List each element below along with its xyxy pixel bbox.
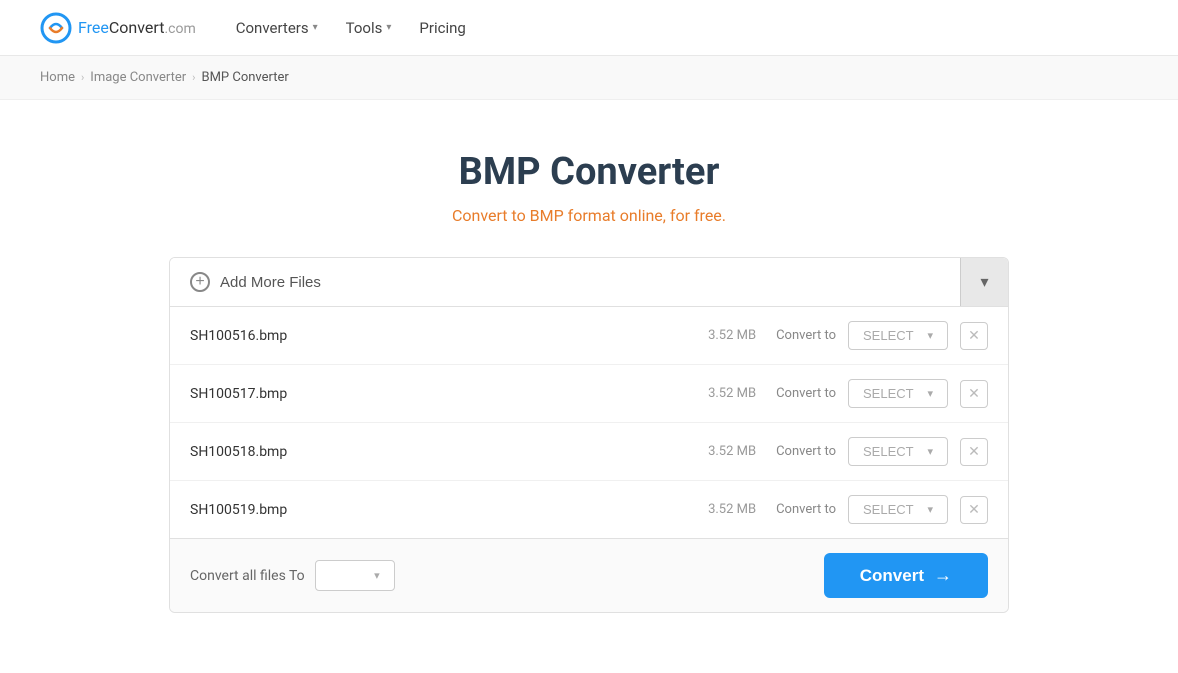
convert-button[interactable]: Convert → (824, 553, 988, 598)
table-row: SH100518.bmp 3.52 MB Convert to SELECT ▾… (170, 423, 1008, 481)
file-name: SH100519.bmp (190, 502, 674, 518)
convert-to-label: Convert to (776, 386, 836, 401)
breadcrumb-current: BMP Converter (201, 70, 288, 85)
convert-all-wrap: Convert all files To ▾ (190, 560, 395, 591)
page-subtitle: Convert to BMP format online, for free. (452, 206, 726, 225)
convert-to-label: Convert to (776, 444, 836, 459)
add-files-bar: + Add More Files ▾ (170, 258, 1008, 307)
file-name: SH100516.bmp (190, 328, 674, 344)
add-more-files-button[interactable]: + Add More Files (170, 258, 960, 306)
table-row: SH100519.bmp 3.52 MB Convert to SELECT ▾… (170, 481, 1008, 538)
logo-text: FreeConvert.com (78, 18, 196, 37)
file-rows: SH100516.bmp 3.52 MB Convert to SELECT ▾… (170, 307, 1008, 538)
format-select-button[interactable]: SELECT ▾ (848, 321, 948, 350)
chevron-down-icon: ▾ (386, 22, 391, 33)
convert-to-label: Convert to (776, 502, 836, 517)
breadcrumb-sep-1: › (81, 71, 84, 84)
navbar: FreeConvert.com Converters ▾ Tools ▾ Pri… (0, 0, 1178, 56)
nav-pricing[interactable]: Pricing (419, 19, 465, 37)
close-icon: ✕ (968, 385, 980, 402)
file-name: SH100517.bmp (190, 386, 674, 402)
nav-links: Converters ▾ Tools ▾ Pricing (236, 19, 466, 37)
format-select-button[interactable]: SELECT ▾ (848, 437, 948, 466)
nav-converters[interactable]: Converters ▾ (236, 19, 318, 37)
main-content: BMP Converter Convert to BMP format onli… (0, 100, 1178, 653)
page-title: BMP Converter (459, 150, 720, 194)
remove-file-button[interactable]: ✕ (960, 322, 988, 350)
chevron-down-icon: ▾ (374, 569, 380, 582)
format-select-button[interactable]: SELECT ▾ (848, 495, 948, 524)
close-icon: ✕ (968, 501, 980, 518)
nav-tools[interactable]: Tools ▾ (346, 19, 392, 37)
chevron-down-icon: ▾ (927, 445, 933, 458)
convert-all-select-button[interactable]: ▾ (315, 560, 395, 591)
logo[interactable]: FreeConvert.com (40, 12, 196, 44)
file-size: 3.52 MB (686, 444, 756, 459)
chevron-down-icon: ▾ (313, 22, 318, 33)
table-row: SH100517.bmp 3.52 MB Convert to SELECT ▾… (170, 365, 1008, 423)
chevron-down-icon: ▾ (927, 329, 933, 342)
file-name: SH100518.bmp (190, 444, 674, 460)
convert-all-label: Convert all files To (190, 568, 305, 584)
breadcrumb-bar: Home › Image Converter › BMP Converter (0, 56, 1178, 100)
chevron-down-icon: ▾ (927, 503, 933, 516)
remove-file-button[interactable]: ✕ (960, 380, 988, 408)
file-size: 3.52 MB (686, 502, 756, 517)
close-icon: ✕ (968, 327, 980, 344)
close-icon: ✕ (968, 443, 980, 460)
add-files-dropdown-button[interactable]: ▾ (960, 258, 1008, 306)
breadcrumb-home[interactable]: Home (40, 70, 75, 85)
file-panel: + Add More Files ▾ SH100516.bmp 3.52 MB … (169, 257, 1009, 613)
remove-file-button[interactable]: ✕ (960, 496, 988, 524)
breadcrumb: Home › Image Converter › BMP Converter (40, 70, 1138, 85)
file-size: 3.52 MB (686, 386, 756, 401)
convert-to-label: Convert to (776, 328, 836, 343)
chevron-down-icon: ▾ (927, 387, 933, 400)
breadcrumb-sep-2: › (192, 71, 195, 84)
bottom-bar: Convert all files To ▾ Convert → (170, 538, 1008, 612)
file-size: 3.52 MB (686, 328, 756, 343)
arrow-right-icon: → (934, 565, 952, 586)
table-row: SH100516.bmp 3.52 MB Convert to SELECT ▾… (170, 307, 1008, 365)
chevron-down-icon: ▾ (980, 272, 988, 292)
format-select-button[interactable]: SELECT ▾ (848, 379, 948, 408)
remove-file-button[interactable]: ✕ (960, 438, 988, 466)
plus-icon: + (190, 272, 210, 292)
breadcrumb-image-converter[interactable]: Image Converter (90, 70, 186, 85)
